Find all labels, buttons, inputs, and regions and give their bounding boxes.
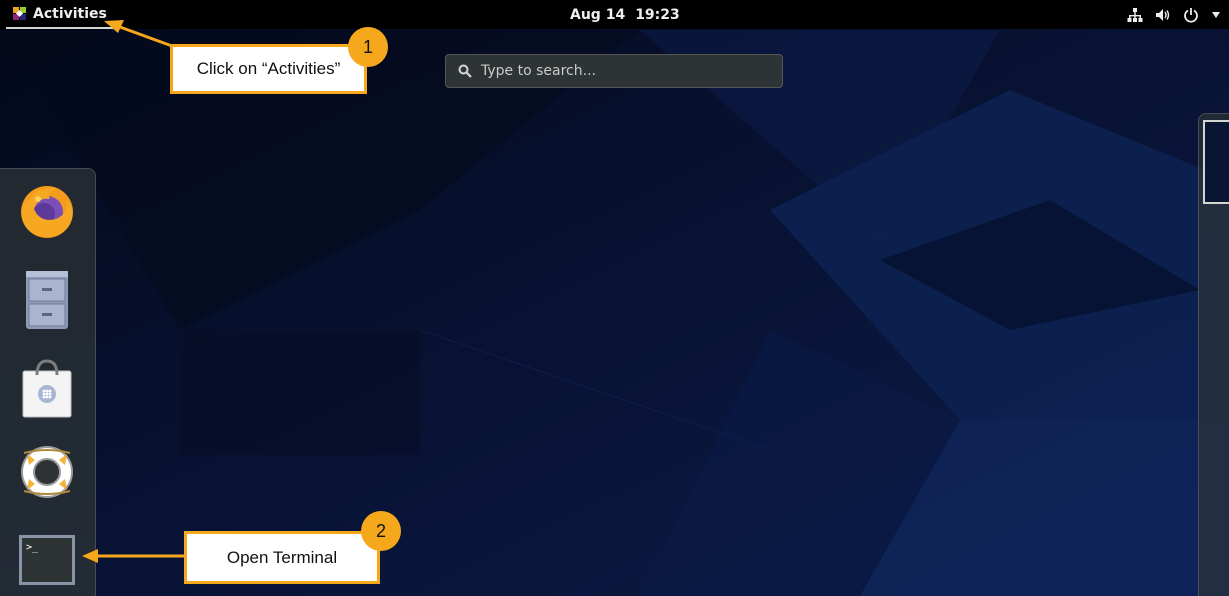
activities-label: Activities [33,5,107,22]
power-icon [1184,7,1198,23]
step-1-number: 1 [362,36,373,57]
dash-item-firefox[interactable] [14,177,80,243]
step-2-badge: 2 [361,511,401,551]
callout-step-2-text: Open Terminal [226,547,338,567]
chevron-down-icon [1212,11,1220,18]
search-icon [458,64,472,78]
top-bar: Activities Aug 14 19:23 [0,0,1229,29]
software-icon [22,359,72,418]
activities-button[interactable]: Activities [6,0,113,29]
search-placeholder: Type to search... [481,63,596,79]
terminal-icon: >_ [19,535,75,585]
search-input[interactable]: Type to search... [445,54,783,88]
network-icon [1127,7,1143,22]
clock-date: Aug 14 [570,6,626,23]
dash-item-software[interactable] [14,355,80,421]
callout-step-1: Click on “Activities” [170,44,367,94]
dash-item-files[interactable] [14,267,80,333]
activities-logo-icon [13,7,26,20]
workspace-switcher[interactable] [1198,113,1229,596]
step-2-number: 2 [375,520,386,541]
volume-icon [1156,8,1170,21]
clock-button[interactable]: Aug 14 19:23 [570,0,680,29]
files-icon [26,271,68,329]
help-icon [21,446,73,498]
dash-item-terminal[interactable]: >_ [14,527,80,593]
desktop-screen: Activities Aug 14 19:23 Type to search..… [0,0,1229,596]
firefox-icon [21,186,73,238]
callout-step-2: Open Terminal [184,531,380,584]
clock-time: 19:23 [635,6,680,23]
system-status-menu[interactable] [1127,0,1221,29]
dash-item-help[interactable] [14,439,80,505]
callout-step-1-text: Click on “Activities” [196,59,341,78]
workspace-thumbnail[interactable] [1203,120,1229,204]
svg-text:>_: >_ [26,542,39,553]
step-1-badge: 1 [348,27,388,67]
dash-panel: >_ [0,168,96,596]
